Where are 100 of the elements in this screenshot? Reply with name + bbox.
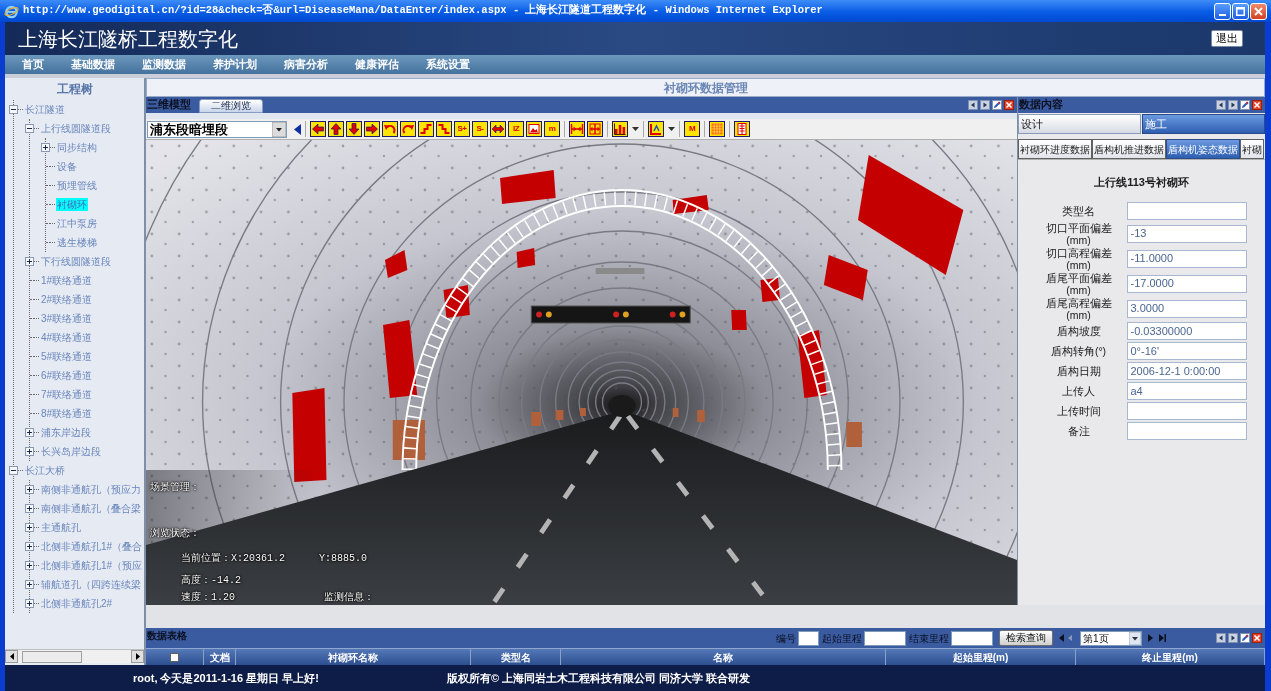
- checkbox[interactable]: [170, 652, 179, 662]
- page-select[interactable]: 第1页: [1080, 630, 1142, 646]
- minus-box-icon[interactable]: [9, 466, 18, 475]
- toolbar-button[interactable]: S+: [454, 121, 470, 137]
- menu-item[interactable]: 首页: [22, 56, 44, 73]
- tree-item[interactable]: 长江大桥: [24, 464, 66, 477]
- input-field[interactable]: -11.0000: [1126, 249, 1247, 268]
- tree-item[interactable]: 3#联络通道: [40, 312, 94, 325]
- tree-item[interactable]: 下行线圆隧道段: [40, 255, 112, 268]
- tree-item[interactable]: 预埋管线: [56, 179, 98, 192]
- edit-button[interactable]: [1240, 633, 1250, 643]
- toolbar-button[interactable]: [648, 121, 675, 137]
- toolbar-button[interactable]: [526, 121, 542, 137]
- column-header[interactable]: 衬砌环名称: [328, 649, 378, 665]
- input-field[interactable]: [864, 630, 906, 646]
- toolbar-button[interactable]: [709, 121, 725, 137]
- plus-box-icon[interactable]: [25, 504, 34, 513]
- tree-item[interactable]: 长兴岛岸边段: [40, 445, 102, 458]
- column-header[interactable]: 起始里程(m): [952, 649, 1009, 665]
- toolbar-button[interactable]: [346, 121, 362, 137]
- input-field[interactable]: [1126, 422, 1247, 440]
- toolbar-button[interactable]: [382, 121, 398, 137]
- menu-item[interactable]: 系统设置: [426, 56, 470, 73]
- close-button[interactable]: [1004, 100, 1014, 110]
- tab[interactable]: 施工: [1142, 114, 1265, 134]
- toolbar-button[interactable]: IZ: [508, 121, 524, 137]
- edit-button[interactable]: [992, 100, 1002, 110]
- tree-item[interactable]: 江中泵房: [56, 217, 98, 230]
- toolbar-button[interactable]: [569, 121, 585, 137]
- toolbar-button[interactable]: [436, 121, 452, 137]
- input-field[interactable]: [1126, 202, 1247, 220]
- column-header[interactable]: 文档: [209, 649, 230, 665]
- close-window-button[interactable]: [1250, 2, 1267, 20]
- last-page-button[interactable]: [1159, 634, 1166, 642]
- view-tab[interactable]: 二维浏览: [199, 99, 263, 113]
- toolbar-button[interactable]: [612, 121, 639, 137]
- input-field[interactable]: a4: [1126, 382, 1247, 400]
- column-header[interactable]: 类型名: [500, 649, 531, 665]
- tree-item[interactable]: 辅航道孔（四跨连续梁: [40, 578, 142, 591]
- tree-item[interactable]: 1#联络通道: [40, 274, 94, 287]
- next-page-button[interactable]: [1148, 634, 1153, 642]
- toolbar-button[interactable]: m: [544, 121, 560, 137]
- plus-box-icon[interactable]: [25, 523, 34, 532]
- tab[interactable]: 设计: [1018, 114, 1141, 134]
- previous-button[interactable]: [968, 100, 978, 110]
- tree-item[interactable]: 4#联络通道: [40, 331, 94, 344]
- maximize-button[interactable]: [1232, 2, 1249, 20]
- column-header[interactable]: 名称: [713, 649, 733, 665]
- toolbar-button[interactable]: [418, 121, 434, 137]
- plus-box-icon[interactable]: [25, 542, 34, 551]
- toolbar-button[interactable]: M: [684, 121, 700, 137]
- tab[interactable]: 衬砌: [1240, 139, 1264, 159]
- toolbar-button[interactable]: [734, 121, 750, 137]
- scrollbar-thumb[interactable]: [22, 650, 82, 663]
- input-field[interactable]: 0°-16': [1126, 342, 1247, 360]
- plus-box-icon[interactable]: [25, 485, 34, 494]
- tree-item[interactable]: 北侧非通航孔1#（叠合: [40, 540, 144, 553]
- tree-item[interactable]: 7#联络通道: [40, 388, 94, 401]
- input-field[interactable]: 2006-12-1 0:00:00: [1126, 362, 1247, 380]
- edit-button[interactable]: [1240, 100, 1250, 110]
- input-field[interactable]: -13: [1126, 224, 1247, 243]
- tree-item[interactable]: 8#联络通道: [40, 407, 94, 420]
- logout-button[interactable]: 退出: [1211, 30, 1243, 47]
- toolbar-button[interactable]: [364, 121, 380, 137]
- scroll-right-button[interactable]: [131, 650, 144, 663]
- tree-item[interactable]: 逃生楼梯: [56, 236, 98, 249]
- column-header[interactable]: 终止里程(m): [1142, 649, 1198, 665]
- tree-item[interactable]: 北侧非通航孔1#（预应: [40, 559, 144, 572]
- scroll-left-button[interactable]: [5, 650, 18, 663]
- plus-box-icon[interactable]: [25, 580, 34, 589]
- toolbar-button[interactable]: [400, 121, 416, 137]
- search-button[interactable]: 检索查询: [999, 630, 1053, 646]
- toolbar-button[interactable]: [328, 121, 344, 137]
- section-select[interactable]: 浦东段暗埋段: [147, 120, 287, 138]
- minus-box-icon[interactable]: [9, 105, 18, 114]
- tree-item[interactable]: 设备: [56, 160, 78, 173]
- input-field[interactable]: [798, 630, 819, 646]
- tree-item[interactable]: 南侧非通航孔（预应力: [40, 483, 142, 496]
- tab[interactable]: 盾构机推进数据: [1092, 139, 1166, 159]
- minimize-button[interactable]: [1214, 2, 1231, 20]
- menu-item[interactable]: 监测数据: [142, 56, 186, 73]
- previous-button[interactable]: [1216, 633, 1226, 643]
- tree-item[interactable]: 衬砌环: [56, 198, 88, 211]
- tree-item[interactable]: 6#联络通道: [40, 369, 94, 382]
- plus-box-icon[interactable]: [25, 447, 34, 456]
- collapse-button[interactable]: [294, 123, 301, 135]
- next-button[interactable]: [1228, 100, 1238, 110]
- tree-item[interactable]: 上行线圆隧道段: [40, 122, 112, 135]
- previous-page-button[interactable]: [1059, 634, 1064, 642]
- plus-box-icon[interactable]: [25, 599, 34, 608]
- menu-item[interactable]: 养护计划: [213, 56, 257, 73]
- input-field[interactable]: [1126, 402, 1247, 420]
- tab[interactable]: 盾构机姿态数据: [1166, 139, 1240, 159]
- tab[interactable]: 衬砌环进度数据: [1018, 139, 1092, 159]
- tree-item[interactable]: 长江隧道: [24, 103, 66, 116]
- tree-item[interactable]: 2#联络通道: [40, 293, 94, 306]
- menu-item[interactable]: 病害分析: [284, 56, 328, 73]
- previous-button[interactable]: [1216, 100, 1226, 110]
- toolbar-button[interactable]: [310, 121, 326, 137]
- tree-item[interactable]: 主通航孔: [40, 521, 82, 534]
